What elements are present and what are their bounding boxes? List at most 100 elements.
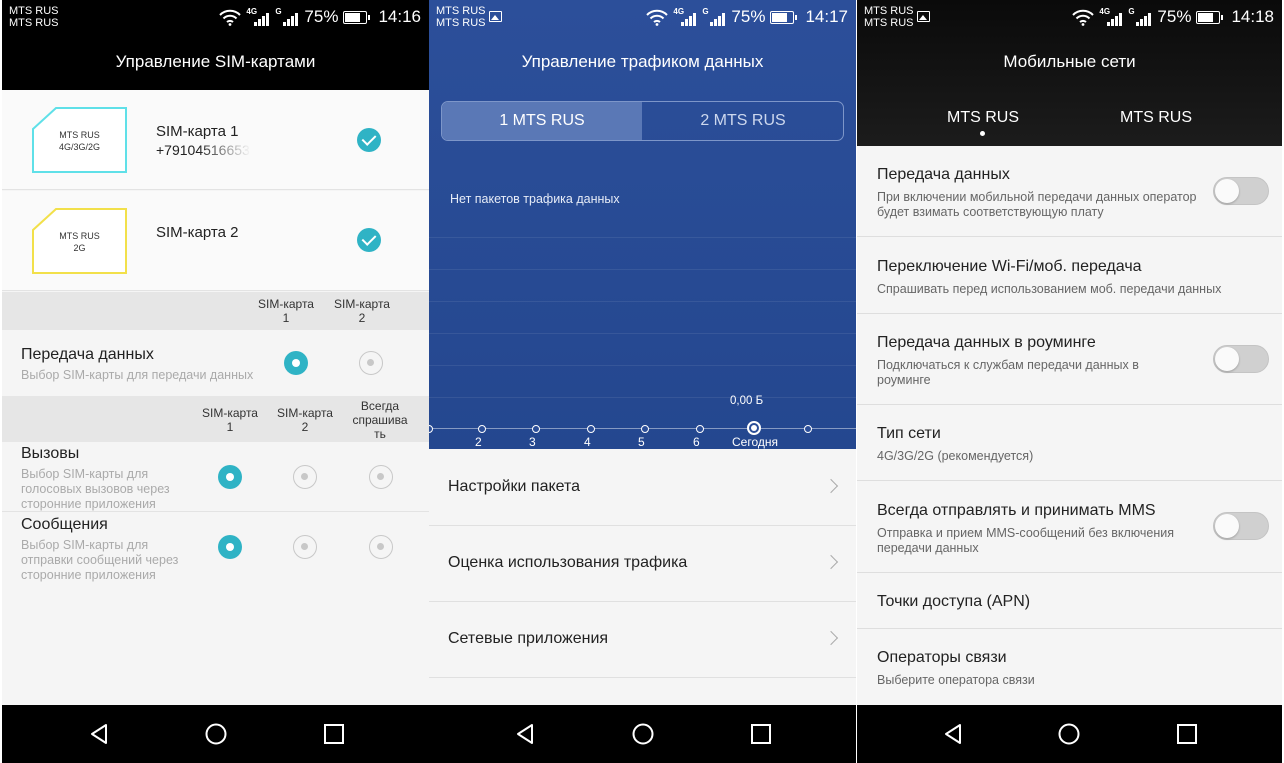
option-title: Вызовы — [21, 445, 80, 462]
sim-number: +79104516653 — [156, 142, 250, 158]
option-subtitle: Выбор SIM-карты для голосовых вызовов че… — [21, 467, 170, 511]
network-tag: G — [702, 6, 709, 16]
wifi-icon — [1072, 9, 1095, 26]
radio-sim1[interactable] — [218, 465, 242, 489]
setting-mms[interactable]: Всегда отправлять и принимать MMS Отправ… — [857, 481, 1282, 573]
axis-label-today: Сегодня — [732, 435, 778, 449]
tab-sim1[interactable]: MTS RUS — [947, 109, 1019, 127]
axis-label: 6 — [693, 435, 700, 449]
menu-label: Оценка использования трафика — [448, 554, 688, 571]
home-icon[interactable] — [204, 722, 228, 746]
radio-always-ask[interactable] — [369, 465, 393, 489]
axis-point — [696, 425, 704, 433]
setting-network-type[interactable]: Тип сети 4G/3G/2G (рекомендуется) — [857, 405, 1282, 481]
axis-point — [641, 425, 649, 433]
radio-sim2[interactable] — [359, 351, 383, 375]
recents-icon[interactable] — [1175, 722, 1199, 746]
chevron-right-icon — [823, 478, 839, 494]
operator-names: MTS RUS MTS RUS — [9, 5, 59, 29]
status-bar: MTS RUS MTS RUS 4G G 75% 14:16 — [2, 0, 429, 34]
radio-always-ask[interactable] — [369, 535, 393, 559]
tab-sim2[interactable]: 2 MTS RUS — [643, 102, 843, 140]
radio-sim1[interactable] — [284, 351, 308, 375]
mobile-networks-screen: MTS RUS MTS RUS 4G G 75% 14:18 Мобильные… — [857, 0, 1282, 763]
back-icon[interactable] — [941, 722, 965, 746]
signal-icon-sim1: 4G — [673, 7, 697, 26]
back-icon[interactable] — [87, 722, 111, 746]
operator-2: MTS RUS — [436, 17, 486, 29]
column-sim1: SIM-карта 1 — [202, 406, 258, 434]
home-icon[interactable] — [1057, 722, 1081, 746]
network-tag: G — [1128, 6, 1135, 16]
setting-subtitle: Спрашивать перед использованием моб. пер… — [877, 282, 1222, 296]
menu-package-settings[interactable]: Настройки пакета — [429, 450, 856, 526]
axis-point — [532, 425, 540, 433]
operator-1: MTS RUS — [864, 5, 914, 17]
setting-wifi-mobile-switch[interactable]: Переключение Wi-Fi/моб. передача Спрашив… — [857, 237, 1282, 314]
wifi-icon — [646, 9, 669, 26]
axis-label: 3 — [529, 435, 536, 449]
operator-1: MTS RUS — [9, 5, 59, 17]
tab-sim2[interactable]: MTS RUS — [1120, 109, 1192, 127]
sim-name: SIM-карта 1 — [156, 123, 239, 140]
sim-row-2[interactable]: MTS RUS 2G SIM-карта 2 — [2, 191, 429, 291]
setting-mobile-data[interactable]: Передача данных При включении мобильной … — [857, 146, 1282, 237]
sim-name: SIM-карта 2 — [156, 224, 239, 241]
setting-apn[interactable]: Точки доступа (APN) — [857, 573, 1282, 629]
messages-option-row: Сообщения Выбор SIM-карты для отправки с… — [2, 512, 429, 602]
page-title: Управление SIM-картами — [115, 52, 316, 71]
recents-icon[interactable] — [322, 722, 346, 746]
axis-point-today[interactable] — [747, 421, 761, 435]
setting-title: Операторы связи — [877, 649, 1007, 666]
tab-sim1[interactable]: 1 MTS RUS — [442, 102, 642, 140]
sim-enabled-check-icon[interactable] — [357, 128, 381, 152]
operator-names: MTS RUS MTS RUS — [436, 5, 486, 29]
battery-percent: 75% — [731, 7, 766, 26]
column-sim2: SIM-карта 2 — [277, 406, 333, 434]
operator-2: MTS RUS — [9, 17, 59, 29]
setting-operators[interactable]: Операторы связи Выберите оператора связи — [857, 629, 1282, 705]
mobile-data-toggle[interactable] — [1213, 177, 1269, 205]
column-always-ask: Всегда спрашива ть — [352, 399, 408, 441]
axis-label: 2 — [475, 435, 482, 449]
setting-title: Передача данных — [877, 166, 1010, 183]
radio-sim2[interactable] — [293, 535, 317, 559]
setting-title: Переключение Wi-Fi/моб. передача — [877, 258, 1142, 275]
sim-chip-icon: MTS RUS 4G/3G/2G — [32, 107, 127, 173]
menu-traffic-estimate[interactable]: Оценка использования трафика — [429, 526, 856, 602]
mms-toggle[interactable] — [1213, 512, 1269, 540]
data-columns-header: SIM-карта 1 SIM-карта 2 — [2, 292, 429, 330]
setting-title: Тип сети — [877, 425, 941, 442]
page-title: Мобильные сети — [1003, 52, 1136, 71]
wifi-icon — [219, 9, 242, 26]
menu-network-apps[interactable]: Сетевые приложения — [429, 602, 856, 678]
axis-point — [587, 425, 595, 433]
column-sim2: SIM-карта 2 — [334, 297, 390, 325]
setting-title: Точки доступа (APN) — [877, 593, 1031, 610]
home-icon[interactable] — [631, 722, 655, 746]
sim-chip-icon: MTS RUS 2G — [32, 208, 127, 274]
chevron-right-icon — [823, 554, 839, 570]
active-tab-indicator — [980, 131, 985, 136]
menu-label: Сетевые приложения — [448, 630, 609, 647]
roaming-toggle[interactable] — [1213, 345, 1269, 373]
setting-subtitle: Отправка и прием MMS-сообщений без включ… — [877, 526, 1174, 555]
calls-columns-header: SIM-карта 1 SIM-карта 2 Всегда спрашива … — [2, 396, 429, 442]
battery-percent: 75% — [1157, 7, 1192, 26]
signal-icon-sim1: 4G — [246, 7, 270, 26]
option-subtitle: Выбор SIM-карты для передачи данных — [21, 368, 254, 382]
calls-option-row: Вызовы Выбор SIM-карты для голосовых выз… — [2, 442, 429, 512]
back-icon[interactable] — [513, 722, 537, 746]
radio-sim1[interactable] — [218, 535, 242, 559]
setting-roaming[interactable]: Передача данных в роуминге Подключаться … — [857, 314, 1282, 405]
sim-enabled-check-icon[interactable] — [357, 228, 381, 252]
sim-row-1[interactable]: MTS RUS 4G/3G/2G SIM-карта 1 +79104516653 — [2, 90, 429, 190]
battery-percent: 75% — [304, 7, 339, 26]
status-bar: MTS RUS MTS RUS 4G G 75% 14:17 — [429, 0, 856, 34]
recents-icon[interactable] — [749, 722, 773, 746]
menu-label: Настройки пакета — [448, 478, 581, 495]
radio-sim2[interactable] — [293, 465, 317, 489]
axis-point — [429, 425, 433, 433]
screens-container: MTS RUS MTS RUS 4G G 75% 14:16 Управлени… — [0, 0, 1284, 763]
axis-point — [478, 425, 486, 433]
